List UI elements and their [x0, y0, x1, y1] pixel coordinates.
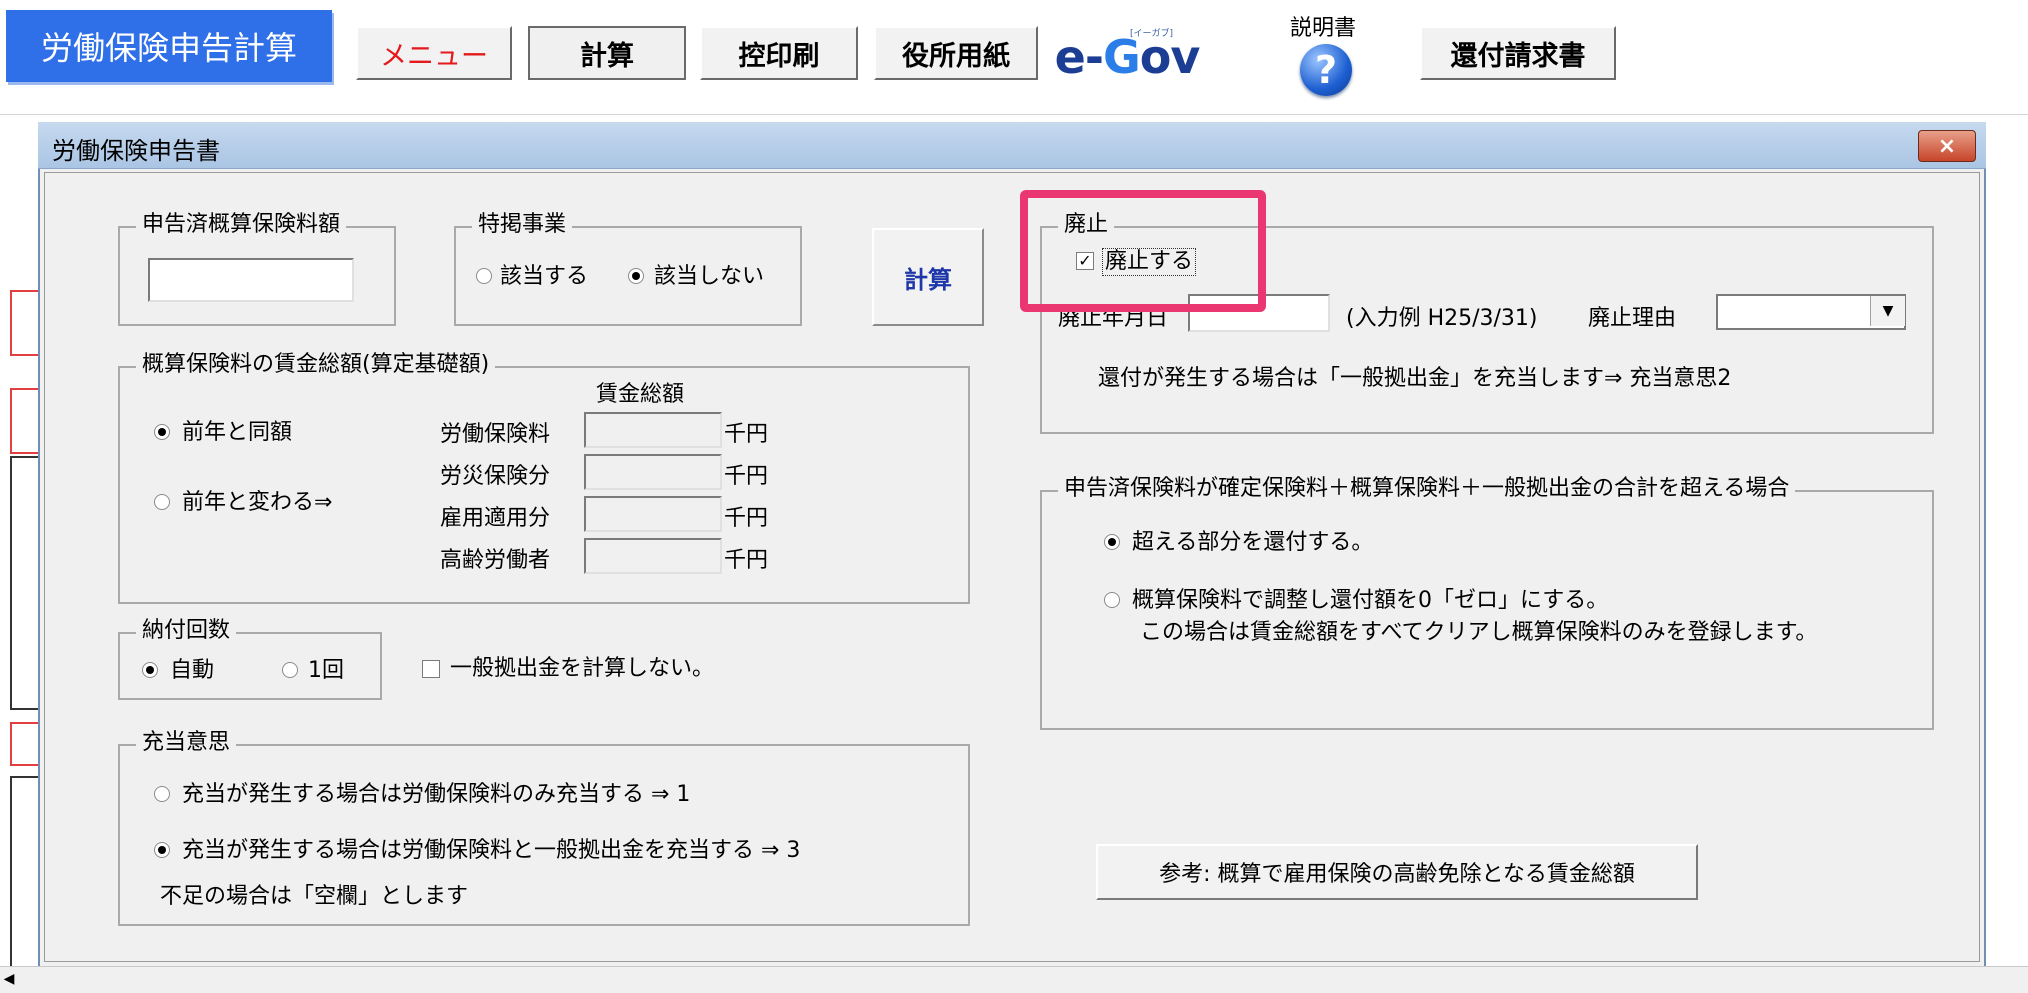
dialog-titlebar[interactable] — [38, 122, 1986, 169]
changed-from-last-year-radio[interactable] — [154, 494, 170, 510]
scroll-left-icon[interactable]: ◀ — [0, 968, 18, 990]
payment-once-radio[interactable] — [282, 662, 298, 678]
payment-auto-radio[interactable] — [142, 662, 158, 678]
dialog-title: 労働保険申告書 — [52, 137, 220, 165]
payment-count-label: 納付回数 — [136, 618, 237, 644]
wage-row-input[interactable] — [584, 454, 722, 490]
wage-row-input[interactable] — [584, 538, 722, 574]
excess-adjust-note: この場合は賃金総額をすべてクリアし概算保険料のみを登録します。 — [1140, 620, 1818, 645]
abolish-reason-label: 廃止理由 — [1588, 306, 1677, 331]
abolish-note: 還付が発生する場合は「一般拠出金」を充当します⇒ 充当意思2 — [1098, 366, 1732, 391]
office-form-button[interactable]: 役所用紙 — [874, 26, 1038, 80]
wage-row-label: 雇用適用分 — [440, 506, 551, 531]
special-no-label: 該当しない — [654, 264, 765, 289]
excess-adjust-radio[interactable] — [1104, 592, 1120, 608]
wage-row-label: 高齢労働者 — [440, 548, 551, 573]
abolish-date-example: (入力例 H25/3/31) — [1346, 306, 1538, 331]
special-no-radio[interactable] — [628, 268, 644, 284]
no-general-contribution-label: 一般拠出金を計算しない。 — [450, 656, 715, 681]
allocation-1-radio[interactable] — [154, 786, 170, 802]
excess-adjust-label: 概算保険料で調整し還付額を0「ゼロ」にする。 — [1132, 588, 1609, 613]
wage-row-unit: 千円 — [724, 548, 769, 573]
excess-refund-label: 超える部分を還付する。 — [1132, 530, 1374, 555]
reference-wage-button[interactable]: 参考: 概算で雇用保険の高齢免除となる賃金総額 — [1096, 844, 1698, 900]
allocation-3-radio[interactable] — [154, 842, 170, 858]
same-as-last-year-label: 前年と同額 — [182, 420, 293, 445]
wage-row-input[interactable] — [584, 496, 722, 532]
excess-group-label: 申告済保険料が確定保険料＋概算保険料＋一般拠出金の合計を超える場合 — [1058, 476, 1796, 502]
wage-row-unit: 千円 — [724, 464, 769, 489]
no-general-contribution-checkbox[interactable] — [422, 660, 440, 678]
close-button[interactable]: × — [1918, 130, 1976, 162]
wage-row-unit: 千円 — [724, 422, 769, 447]
calculate-button[interactable]: 計算 — [872, 228, 984, 326]
wage-total-label: 概算保険料の賃金総額(算定基礎額) — [136, 352, 496, 378]
highlight-box — [1020, 190, 1266, 312]
chevron-down-icon[interactable]: ▼ — [1870, 296, 1905, 326]
wage-row-input[interactable] — [584, 412, 722, 448]
egov-e-text: e- — [1054, 30, 1104, 84]
payment-auto-label: 自動 — [170, 658, 215, 683]
egov-subtitle: [イーガブ] — [1130, 29, 1174, 39]
help-question-icon[interactable]: ? — [1300, 44, 1352, 96]
menu-button[interactable]: メニュー — [356, 26, 512, 80]
special-business-label: 特掲事業 — [472, 212, 573, 238]
payment-once-label: 1回 — [308, 658, 344, 683]
excess-refund-radio[interactable] — [1104, 534, 1120, 550]
calc-toolbar-button[interactable]: 計算 — [528, 26, 686, 80]
help-label: 説明書 — [1290, 16, 1357, 41]
toolbar-divider — [0, 114, 2028, 115]
wage-row-label: 労働保険料 — [440, 422, 551, 447]
wage-row-unit: 千円 — [724, 506, 769, 531]
same-as-last-year-radio[interactable] — [154, 424, 170, 440]
allocation-note: 不足の場合は「空欄」とします — [160, 884, 469, 909]
wage-total-header: 賃金総額 — [596, 382, 685, 407]
wage-row-label: 労災保険分 — [440, 464, 551, 489]
changed-from-last-year-label: 前年と変わる⇒ — [182, 490, 333, 515]
print-copy-button[interactable]: 控印刷 — [700, 26, 858, 80]
declared-premium-input[interactable] — [148, 258, 354, 302]
refund-request-button[interactable]: 還付請求書 — [1420, 26, 1616, 80]
special-yes-label: 該当する — [500, 264, 589, 289]
allocation-3-label: 充当が発生する場合は労働保険料と一般拠出金を充当する ⇒ 3 — [182, 838, 801, 863]
egov-button[interactable]: e- Gov — [1052, 26, 1202, 88]
horizontal-scrollbar[interactable] — [0, 966, 2028, 993]
allocation-intent-label: 充当意思 — [136, 730, 237, 756]
app-title-button[interactable]: 労働保険申告計算 — [6, 10, 332, 82]
allocation-1-label: 充当が発生する場合は労働保険料のみ充当する ⇒ 1 — [182, 782, 691, 807]
special-yes-radio[interactable] — [476, 268, 492, 284]
declared-premium-label: 申告済概算保険料額 — [136, 212, 347, 238]
